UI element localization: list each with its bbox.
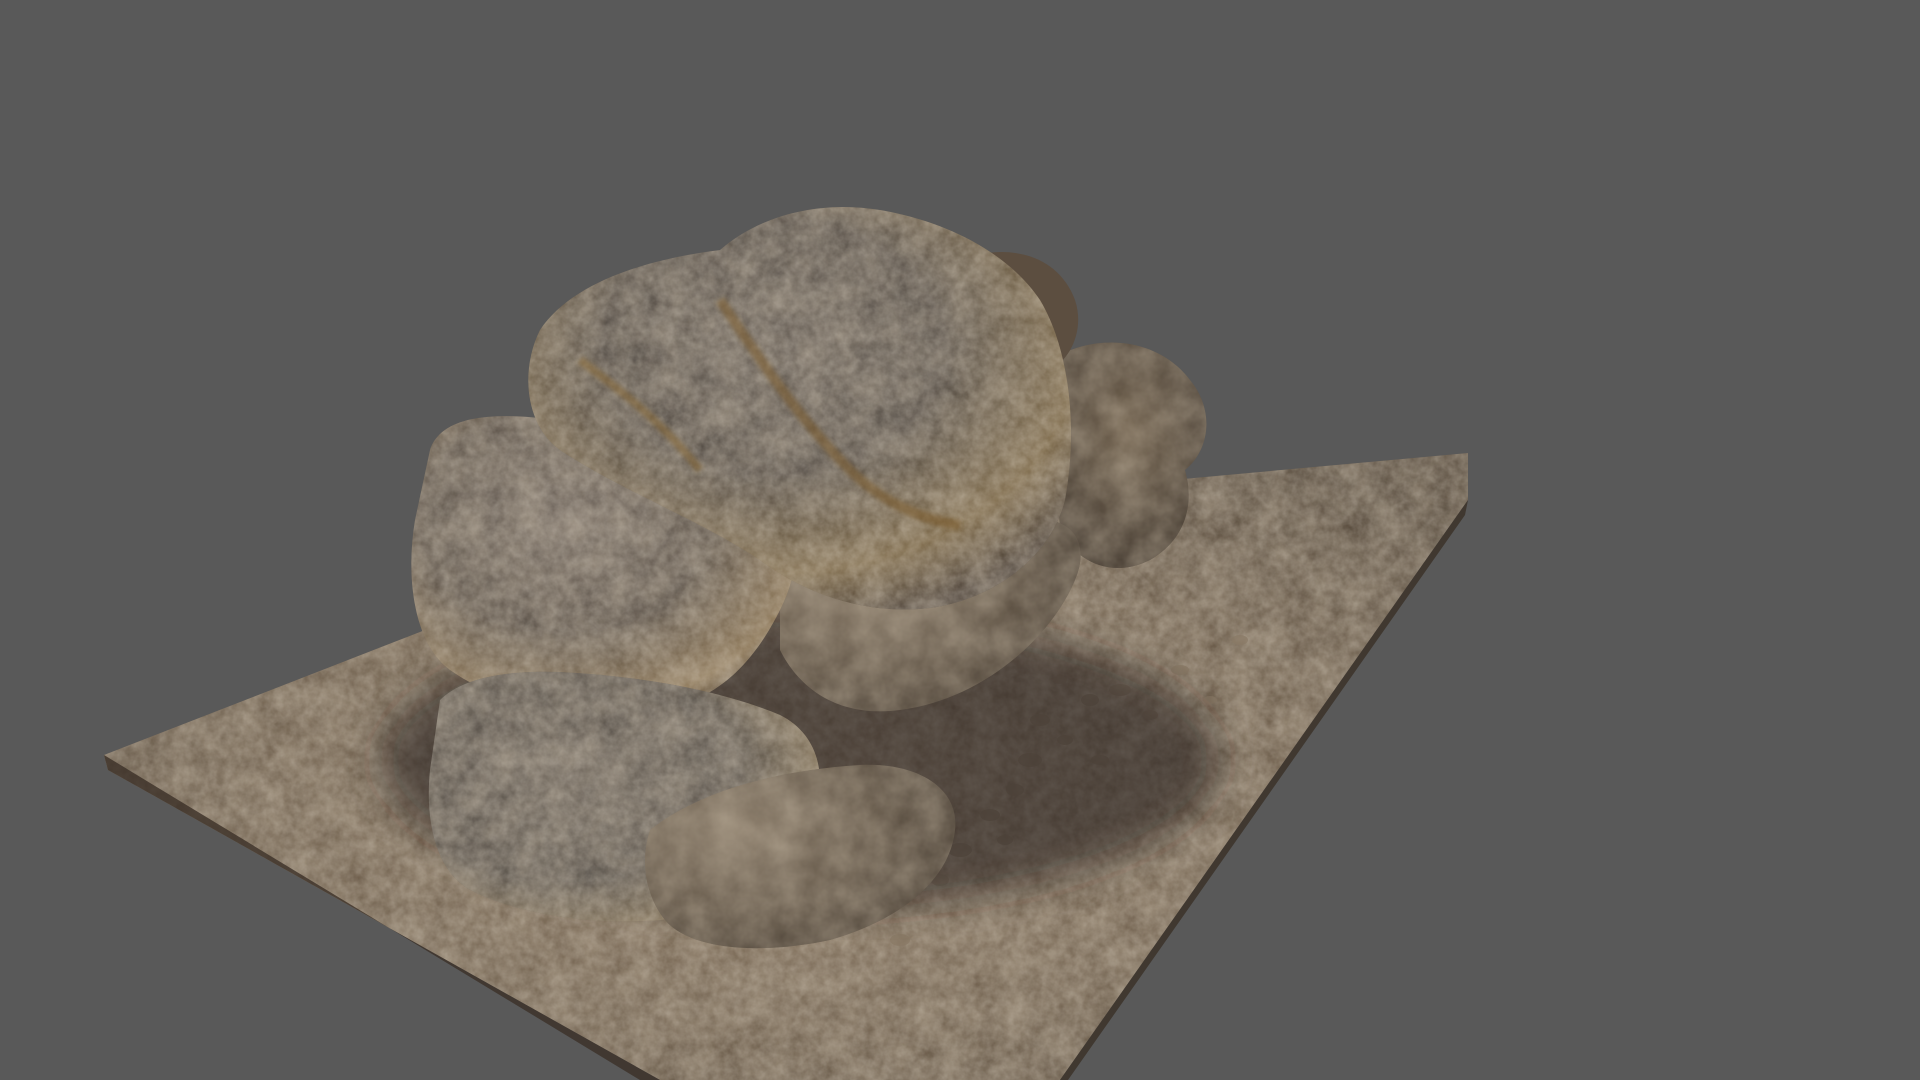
rock-model-render (104, 206, 1468, 1080)
3d-viewport[interactable] (0, 0, 1920, 1080)
